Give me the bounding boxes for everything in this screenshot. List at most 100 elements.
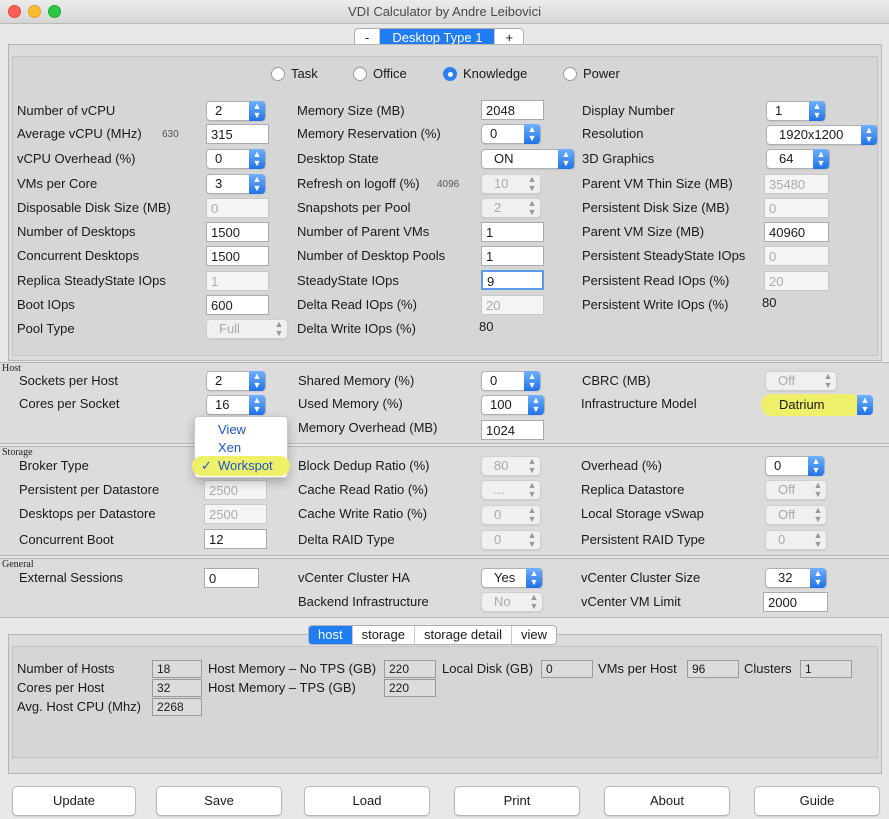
used-memory-select[interactable]: 100 ▲ ▼ bbox=[481, 395, 545, 415]
sockets-select[interactable]: 2 ▲ ▼ bbox=[206, 371, 266, 391]
steadystate-iops-input[interactable]: 9 bbox=[481, 270, 544, 290]
shared-memory-select[interactable]: 0 ▲ ▼ bbox=[481, 371, 541, 391]
infra-model-select[interactable]: Datrium ▲ ▼ bbox=[766, 395, 874, 415]
persistent-read-label: Persistent Read IOps (%) bbox=[582, 273, 730, 288]
cache-write-select[interactable]: 0 ▲ ▼ bbox=[481, 505, 541, 525]
print-button[interactable]: Print bbox=[454, 786, 580, 816]
concurrent-desktops-input[interactable]: 1500 bbox=[206, 246, 269, 266]
persistent-write-value: 80 bbox=[762, 295, 777, 310]
memory-overhead-label: Memory Overhead (MB) bbox=[298, 420, 438, 435]
block-dedup-value: 80 bbox=[494, 458, 509, 473]
stepper-arrows-icon: ▲ ▼ bbox=[524, 371, 540, 391]
cores-per-host-label: Cores per Host bbox=[17, 680, 105, 695]
stepper-arrows-icon: ▲ ▼ bbox=[527, 198, 537, 217]
parent-vm-size-input[interactable]: 40960 bbox=[764, 222, 829, 242]
sockets-value: 2 bbox=[215, 373, 223, 388]
save-button[interactable]: Save bbox=[156, 786, 282, 816]
num-desktops-input[interactable]: 1500 bbox=[206, 222, 269, 242]
desktops-per-ds-input[interactable]: 2500 bbox=[204, 504, 267, 524]
memory-reservation-value: 0 bbox=[490, 126, 498, 141]
cache-write-value: 0 bbox=[494, 507, 502, 522]
num-desktop-pools-input[interactable]: 1 bbox=[481, 246, 544, 266]
memory-size-input[interactable]: 2048 bbox=[481, 100, 544, 120]
radio-office[interactable] bbox=[353, 67, 367, 81]
host-mem-no-tps-value: 220 bbox=[384, 660, 436, 678]
resolution-select[interactable]: 1920x1200 ▲ ▼ bbox=[766, 125, 878, 145]
local-disk-label: Local Disk (GB) bbox=[442, 661, 534, 676]
vcenter-vm-limit-input[interactable]: 2000 bbox=[763, 592, 828, 612]
cache-read-select[interactable]: ... ▲ ▼ bbox=[481, 480, 541, 500]
num-parent-vms-input[interactable]: 1 bbox=[481, 222, 544, 242]
memory-size-label: Memory Size (MB) bbox=[297, 103, 405, 118]
cbrc-value: Off bbox=[778, 373, 796, 388]
local-vswap-value: Off bbox=[778, 507, 796, 522]
load-button[interactable]: Load bbox=[304, 786, 430, 816]
persistent-raid-select[interactable]: 0 ▲ ▼ bbox=[765, 530, 827, 550]
delta-raid-value: 0 bbox=[494, 532, 502, 547]
vms-per-core-select[interactable]: 3 ▲ ▼ bbox=[206, 174, 266, 194]
display-number-select[interactable]: 1 ▲ ▼ bbox=[766, 101, 826, 121]
block-dedup-select[interactable]: 80 ▲ ▼ bbox=[481, 456, 541, 476]
stepper-arrows-icon: ▲ ▼ bbox=[527, 174, 537, 193]
parent-thin-input[interactable]: 35480 bbox=[764, 174, 829, 194]
cbrc-select[interactable]: Off ▲ ▼ bbox=[765, 371, 837, 391]
stepper-arrows-icon: ▲ ▼ bbox=[249, 101, 265, 121]
replica-iops-input[interactable]: 1 bbox=[206, 271, 269, 291]
radio-office-label: Office bbox=[373, 66, 407, 81]
parent-vm-size-label: Parent VM Size (MB) bbox=[582, 224, 705, 239]
radio-knowledge[interactable] bbox=[443, 67, 457, 81]
disposable-disk-input[interactable]: 0 bbox=[206, 198, 269, 218]
vcpu-overhead-select[interactable]: 0 ▲ ▼ bbox=[206, 149, 266, 169]
vcenter-ha-select[interactable]: Yes ▲ ▼ bbox=[481, 568, 543, 588]
delta-raid-select[interactable]: 0 ▲ ▼ bbox=[481, 530, 541, 550]
broker-option-view[interactable]: View bbox=[218, 421, 246, 439]
vms-per-host-label: VMs per Host bbox=[598, 661, 677, 676]
concurrent-boot-label: Concurrent Boot bbox=[19, 532, 114, 547]
desktop-state-select[interactable]: ON ▲ ▼ bbox=[481, 149, 575, 169]
guide-button[interactable]: Guide bbox=[754, 786, 880, 816]
about-button[interactable]: About bbox=[604, 786, 730, 816]
graphics-3d-value: 64 bbox=[779, 151, 794, 166]
tab-storage[interactable]: storage bbox=[353, 626, 415, 644]
broker-option-xen[interactable]: Xen bbox=[218, 439, 241, 457]
overhead-select[interactable]: 0 ▲ ▼ bbox=[765, 456, 825, 476]
broker-option-workspot[interactable]: Workspot bbox=[218, 457, 273, 475]
cores-select[interactable]: 16 ▲ ▼ bbox=[206, 395, 266, 415]
used-memory-label: Used Memory (%) bbox=[298, 396, 403, 411]
persistent-read-input[interactable]: 20 bbox=[764, 271, 829, 291]
backend-infra-select[interactable]: No ▲ ▼ bbox=[481, 592, 543, 612]
display-number-value: 1 bbox=[775, 103, 783, 118]
memory-overhead-input[interactable]: 1024 bbox=[481, 420, 544, 440]
persistent-per-ds-input[interactable]: 2500 bbox=[204, 480, 267, 500]
delta-read-iops-label: Delta Read IOps (%) bbox=[297, 297, 417, 312]
graphics-3d-select[interactable]: 64 ▲ ▼ bbox=[766, 149, 830, 169]
resolution-label: Resolution bbox=[582, 126, 644, 141]
num-vcpu-select[interactable]: 2 ▲ ▼ bbox=[206, 101, 266, 121]
update-button[interactable]: Update bbox=[12, 786, 136, 816]
avg-vcpu-input[interactable]: 315 bbox=[206, 124, 269, 144]
replica-ds-select[interactable]: Off ▲ ▼ bbox=[765, 480, 827, 500]
tab-view[interactable]: view bbox=[512, 626, 556, 644]
radio-power[interactable] bbox=[563, 67, 577, 81]
boot-iops-input[interactable]: 600 bbox=[206, 295, 269, 315]
external-sessions-input[interactable]: 0 bbox=[204, 568, 259, 588]
local-vswap-select[interactable]: Off ▲ ▼ bbox=[765, 505, 827, 525]
display-number-label: Display Number bbox=[582, 103, 675, 118]
vms-per-core-value: 3 bbox=[215, 176, 223, 191]
replica-ds-value: Off bbox=[778, 482, 796, 497]
concurrent-boot-input[interactable]: 12 bbox=[204, 529, 267, 549]
tab-host[interactable]: host bbox=[309, 626, 353, 644]
refresh-logoff-select[interactable]: 10 ▲ ▼ bbox=[481, 174, 541, 194]
persistent-disk-input[interactable]: 0 bbox=[764, 198, 829, 218]
snapshots-per-pool-select[interactable]: 2 ▲ ▼ bbox=[481, 198, 541, 218]
concurrent-desktops-label: Concurrent Desktops bbox=[17, 248, 140, 263]
radio-task[interactable] bbox=[271, 67, 285, 81]
pool-type-select[interactable]: Full ▲ ▼ bbox=[206, 319, 288, 339]
memory-reservation-select[interactable]: 0 ▲ ▼ bbox=[481, 124, 541, 144]
delta-read-iops-input[interactable]: 20 bbox=[481, 295, 544, 315]
persistent-ss-iops-input[interactable]: 0 bbox=[764, 246, 829, 266]
stepper-arrows-icon: ▲ ▼ bbox=[274, 319, 284, 338]
tab-storage-detail[interactable]: storage detail bbox=[415, 626, 513, 644]
vcenter-cluster-size-select[interactable]: 32 ▲ ▼ bbox=[765, 568, 827, 588]
persistent-raid-value: 0 bbox=[778, 532, 786, 547]
